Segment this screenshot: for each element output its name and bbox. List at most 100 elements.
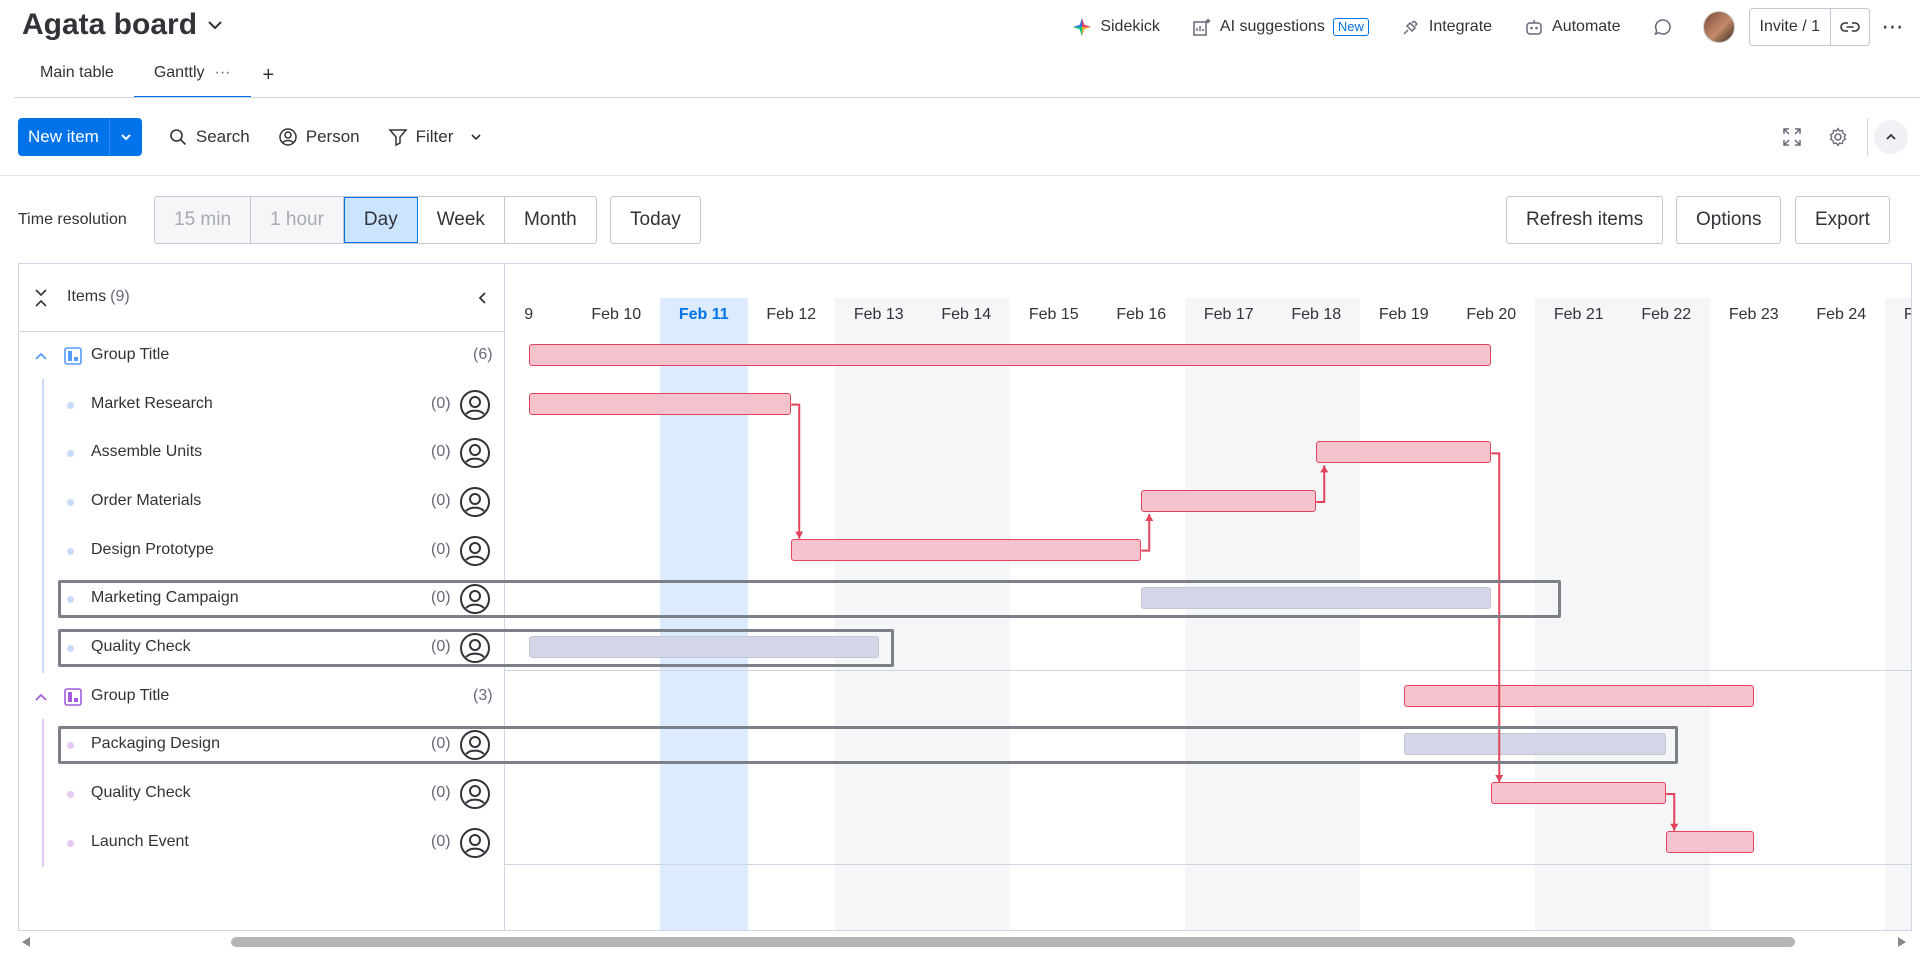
- dependency-line: [791, 403, 801, 539]
- dependency-line: [1491, 452, 1501, 783]
- user-avatar[interactable]: [1702, 11, 1735, 43]
- resolution-15min[interactable]: 15 min: [155, 197, 252, 243]
- search-button[interactable]: Search: [154, 118, 264, 156]
- horizontal-scrollbar[interactable]: [0, 934, 1920, 950]
- group-count: (6): [473, 346, 493, 363]
- chevron-up-icon[interactable]: [33, 689, 49, 705]
- automate-button[interactable]: Automate: [1508, 10, 1636, 44]
- resolution-day[interactable]: Day: [343, 197, 418, 243]
- item-count: (0): [431, 540, 451, 558]
- scroll-left-arrow[interactable]: [22, 937, 30, 947]
- group-board-icon: [64, 687, 82, 706]
- person-icon[interactable]: [459, 486, 491, 518]
- board-title[interactable]: Agata board: [22, 8, 225, 42]
- person-icon[interactable]: [459, 583, 491, 615]
- copy-link-button[interactable]: [1831, 17, 1869, 37]
- fullscreen-icon[interactable]: [1769, 118, 1815, 156]
- new-badge: New: [1332, 18, 1369, 36]
- item-row[interactable]: Design Prototype (0): [19, 527, 505, 575]
- group-header-row[interactable]: Group Title (6): [19, 332, 505, 380]
- new-item-button[interactable]: New item: [18, 118, 110, 156]
- add-view-button[interactable]: +: [251, 56, 287, 95]
- chevron-left-icon[interactable]: [475, 290, 491, 306]
- items-label: Items: [67, 288, 107, 305]
- scroll-right-arrow[interactable]: [1898, 937, 1906, 947]
- search-icon: [170, 129, 186, 146]
- item-row[interactable]: Packaging Design (0): [19, 721, 505, 769]
- item-row[interactable]: Market Research (0): [19, 381, 505, 429]
- item-row[interactable]: Marketing Campaign (0): [19, 575, 505, 623]
- today-button[interactable]: Today: [610, 196, 701, 244]
- integrate-label: Integrate: [1428, 18, 1493, 35]
- person-label: Person: [305, 127, 360, 146]
- item-dot: [67, 791, 74, 799]
- person-icon[interactable]: [459, 778, 491, 810]
- resolution-week[interactable]: Week: [418, 197, 505, 243]
- person-icon[interactable]: [459, 827, 491, 859]
- person-icon[interactable]: [459, 389, 491, 421]
- item-count: (0): [431, 589, 451, 607]
- chevron-down-icon: [208, 21, 222, 30]
- item-name: Packaging Design: [91, 735, 220, 753]
- item-row[interactable]: Quality Check (0): [19, 770, 505, 818]
- scrollbar-thumb[interactable]: [231, 937, 1795, 947]
- item-name: Marketing Campaign: [91, 589, 239, 607]
- item-row[interactable]: Quality Check (0): [19, 624, 505, 672]
- item-name: Quality Check: [91, 784, 191, 802]
- tab-label: Ganttly: [153, 64, 205, 81]
- more-options-icon[interactable]: ⋯: [1876, 14, 1910, 40]
- item-name: Assemble Units: [91, 443, 203, 461]
- resolution-month[interactable]: Month: [505, 197, 596, 243]
- person-filter-button[interactable]: Person: [264, 118, 374, 156]
- item-count: (0): [431, 832, 451, 850]
- items-header: Items (9): [19, 264, 505, 332]
- item-row[interactable]: Assemble Units (0): [19, 429, 505, 477]
- link-icon: [1840, 22, 1860, 32]
- person-icon: [278, 128, 297, 146]
- chevron-down-icon[interactable]: [469, 130, 483, 144]
- group-count: (3): [473, 686, 493, 704]
- tab-options-icon[interactable]: ···: [215, 64, 231, 96]
- item-row[interactable]: Launch Event (0): [19, 819, 505, 867]
- item-count: (0): [431, 394, 451, 412]
- group-header-row[interactable]: Group Title (3): [19, 673, 505, 721]
- item-name: Order Materials: [91, 492, 202, 509]
- robot-icon: [1526, 20, 1542, 35]
- search-label: Search: [195, 127, 250, 146]
- resolution-1hour[interactable]: 1 hour: [251, 197, 344, 243]
- person-icon[interactable]: [459, 632, 491, 664]
- item-count: (0): [431, 443, 451, 461]
- invite-button[interactable]: Invite / 1: [1750, 9, 1831, 45]
- gantt-timeline[interactable]: 9 Feb 10 Feb 11 Feb 12 Feb 13 Feb 14 Feb 15 Feb…: [505, 264, 1911, 930]
- collapse-header-button[interactable]: [1874, 120, 1908, 154]
- filter-label: Filter: [415, 127, 454, 146]
- chevron-up-icon: [1886, 133, 1896, 140]
- settings-gear-icon[interactable]: [1815, 118, 1861, 156]
- plug-icon: [1403, 20, 1418, 35]
- sparkle-icon: [1073, 18, 1092, 36]
- filter-button[interactable]: Filter: [374, 118, 498, 156]
- options-button[interactable]: Options: [1676, 196, 1782, 244]
- export-button[interactable]: Export: [1795, 196, 1890, 244]
- refresh-items-button[interactable]: Refresh items: [1506, 196, 1664, 244]
- person-icon[interactable]: [459, 437, 491, 469]
- person-icon[interactable]: [459, 535, 491, 567]
- item-dot: [67, 401, 74, 409]
- collapse-all-icon[interactable]: [33, 288, 49, 308]
- chevron-up-icon[interactable]: [33, 348, 49, 364]
- updates-button[interactable]: [1637, 10, 1689, 44]
- item-row[interactable]: Order Materials (0): [19, 478, 505, 526]
- group-color-line: [42, 378, 44, 673]
- integrate-button[interactable]: Integrate: [1385, 10, 1508, 44]
- tab-ganttly[interactable]: Ganttly ···: [133, 56, 251, 98]
- sidekick-button[interactable]: Sidekick: [1056, 10, 1176, 44]
- board-title-text: Agata board: [22, 8, 198, 41]
- top-bar: Agata board Sidekick AI suggestions New …: [0, 0, 1920, 54]
- tab-main-table[interactable]: Main table: [20, 56, 134, 98]
- group-color-line: [42, 719, 44, 868]
- ai-suggestions-button[interactable]: AI suggestions New: [1176, 10, 1385, 44]
- person-icon[interactable]: [459, 729, 491, 761]
- new-item-dropdown[interactable]: [110, 118, 142, 156]
- toolbar-separator: [1867, 118, 1868, 156]
- chevron-down-icon: [121, 134, 131, 141]
